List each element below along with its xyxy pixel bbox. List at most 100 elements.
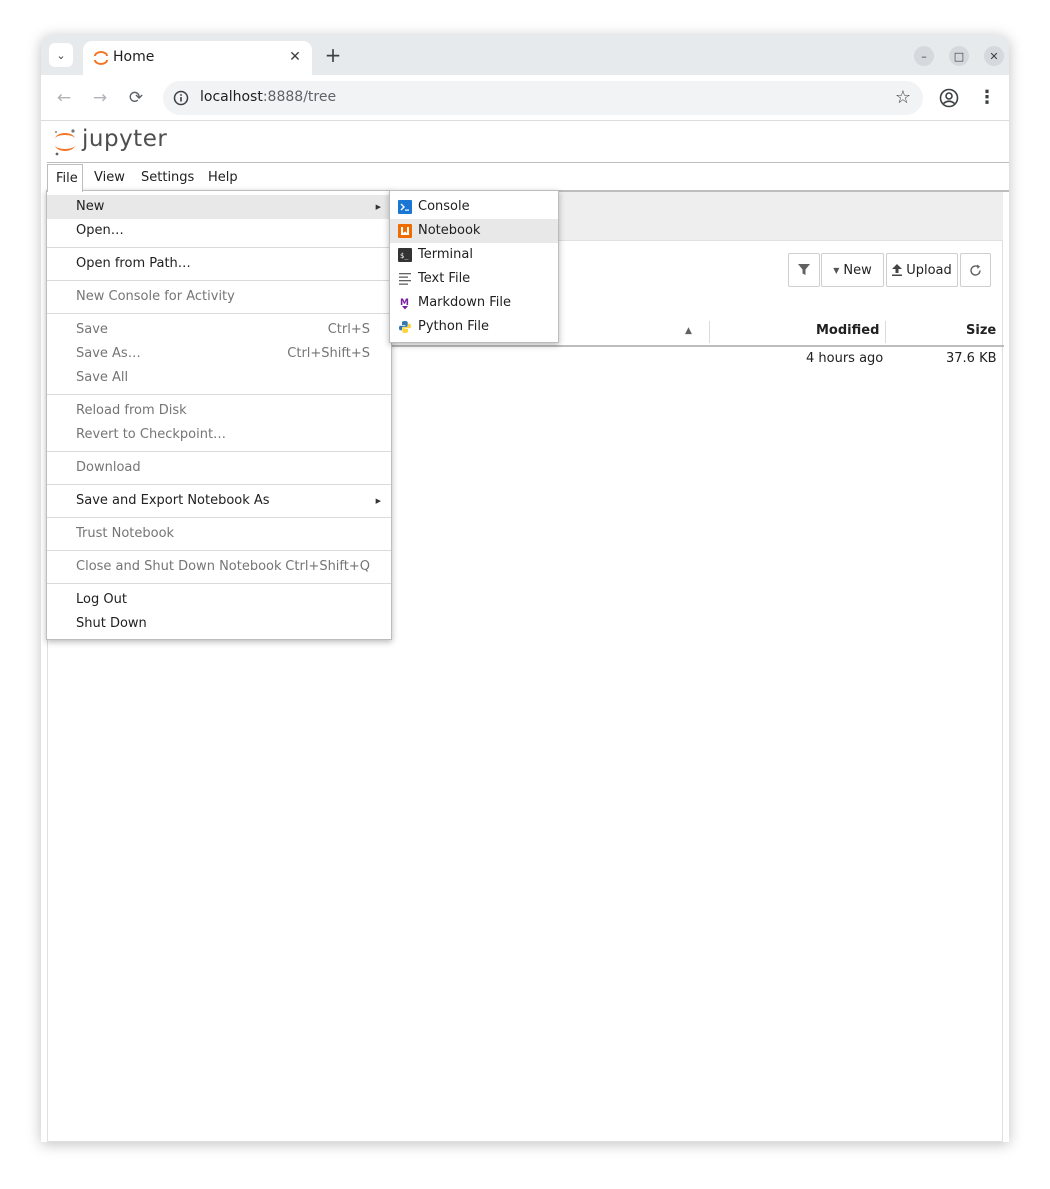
menu-separator bbox=[47, 550, 391, 551]
menu-item-label: Shut Down bbox=[76, 616, 147, 631]
menu-item-new[interactable]: New ▶ bbox=[47, 195, 391, 219]
svg-text:$_: $_ bbox=[400, 252, 409, 260]
column-modified[interactable]: Modified bbox=[816, 317, 879, 345]
menu-item-log-out[interactable]: Log Out bbox=[47, 588, 391, 612]
menu-separator bbox=[47, 484, 391, 485]
jupyter-logo-icon[interactable] bbox=[53, 128, 77, 156]
menu-item-label: Close and Shut Down Notebook bbox=[76, 559, 282, 574]
menu-item-save-and-export[interactable]: Save and Export Notebook As ▶ bbox=[47, 489, 391, 513]
menu-item-label: Reload from Disk bbox=[76, 403, 187, 418]
refresh-icon bbox=[970, 264, 981, 276]
tab-home[interactable]: Home ✕ bbox=[83, 41, 312, 75]
menu-item-shortcut: Ctrl+Shift+S bbox=[287, 346, 370, 361]
python-icon bbox=[399, 321, 411, 333]
new-button[interactable]: ▼ New bbox=[821, 253, 884, 287]
menu-item-label: Open from Path… bbox=[76, 256, 191, 271]
row-size: 37.6 KB bbox=[946, 351, 997, 366]
menu-separator bbox=[47, 280, 391, 281]
menu-file[interactable]: File bbox=[47, 164, 83, 192]
submenu-item-label: Terminal bbox=[418, 247, 473, 262]
menu-help[interactable]: Help bbox=[200, 164, 246, 191]
arrow-left-icon: ← bbox=[56, 88, 72, 108]
menu-item-revert-to-checkpoint[interactable]: Revert to Checkpoint… bbox=[47, 423, 391, 447]
console-icon bbox=[398, 200, 412, 214]
close-tab-icon[interactable]: ✕ bbox=[286, 48, 304, 66]
menu-separator bbox=[47, 247, 391, 248]
notebook-icon bbox=[398, 224, 412, 238]
kebab-icon: ⋮ bbox=[978, 87, 996, 108]
upload-button-label: Upload bbox=[906, 262, 952, 278]
browser-window: ⌄ Home ✕ + – □ ✕ ← → ⟳ localhost:8888/tr… bbox=[41, 35, 1009, 1142]
close-icon: ✕ bbox=[989, 49, 999, 63]
url-text: localhost:8888/tree bbox=[200, 89, 336, 105]
bookmark-star-icon[interactable]: ☆ bbox=[895, 87, 911, 108]
submenu-item-python-file[interactable]: Python File bbox=[390, 315, 558, 339]
new-button-label: New bbox=[843, 262, 872, 278]
submenu-item-markdown-file[interactable]: M Markdown File bbox=[390, 291, 558, 315]
tab-title: Home bbox=[113, 49, 155, 65]
menu-item-open[interactable]: Open… bbox=[47, 219, 391, 243]
reload-button[interactable]: ⟳ bbox=[124, 86, 148, 110]
tab-strip: ⌄ Home ✕ + – □ ✕ bbox=[41, 35, 1009, 75]
site-info-icon[interactable] bbox=[173, 90, 189, 106]
menu-item-label: Save and Export Notebook As bbox=[76, 493, 270, 508]
menu-item-shortcut: Ctrl+Shift+Q bbox=[285, 559, 370, 574]
menu-item-open-from-path[interactable]: Open from Path… bbox=[47, 252, 391, 276]
filter-button[interactable] bbox=[788, 253, 820, 287]
jupyter-menubar: File View Settings Help bbox=[47, 164, 1009, 192]
menu-item-save-as[interactable]: Save As… Ctrl+Shift+S bbox=[47, 342, 391, 366]
row-modified: 4 hours ago bbox=[806, 351, 884, 366]
browser-menu-button[interactable]: ⋮ bbox=[977, 86, 997, 110]
menu-item-download[interactable]: Download bbox=[47, 456, 391, 480]
menu-item-label: Save All bbox=[76, 370, 129, 385]
text-file-icon bbox=[399, 273, 411, 285]
address-bar[interactable]: localhost:8888/tree ☆ bbox=[163, 81, 923, 115]
submenu-item-console[interactable]: Console bbox=[390, 195, 558, 219]
browser-toolbar: ← → ⟳ localhost:8888/tree ☆ ⋮ bbox=[41, 75, 1009, 121]
tab-search-button[interactable]: ⌄ bbox=[49, 43, 73, 67]
new-tab-button[interactable]: + bbox=[321, 43, 345, 67]
submenu-item-label: Notebook bbox=[418, 223, 481, 238]
reload-icon: ⟳ bbox=[128, 88, 144, 108]
submenu-item-notebook[interactable]: Notebook bbox=[390, 219, 558, 243]
submenu-arrow-icon: ▶ bbox=[375, 203, 381, 211]
terminal-icon: $_ bbox=[398, 248, 412, 262]
url-host: localhost bbox=[200, 89, 263, 105]
maximize-icon: □ bbox=[953, 49, 965, 63]
column-size[interactable]: Size bbox=[966, 317, 996, 345]
menu-item-shut-down[interactable]: Shut Down bbox=[47, 612, 391, 636]
submenu-item-terminal[interactable]: $_ Terminal bbox=[390, 243, 558, 267]
menu-separator bbox=[47, 313, 391, 314]
menu-item-label: New Console for Activity bbox=[76, 289, 235, 304]
markdown-icon: M bbox=[400, 298, 409, 310]
menu-settings[interactable]: Settings bbox=[133, 164, 202, 191]
menu-item-save-all[interactable]: Save All bbox=[47, 366, 391, 390]
new-submenu: Console Notebook $_ Terminal Text File M… bbox=[389, 190, 559, 343]
filter-icon bbox=[798, 264, 810, 275]
minimize-button[interactable]: – bbox=[914, 46, 934, 66]
menu-item-trust-notebook[interactable]: Trust Notebook bbox=[47, 522, 391, 546]
profile-icon[interactable] bbox=[939, 88, 959, 108]
menu-item-reload-from-disk[interactable]: Reload from Disk bbox=[47, 399, 391, 423]
caret-down-icon: ▼ bbox=[833, 265, 840, 275]
url-path: :8888/tree bbox=[262, 89, 337, 105]
sort-ascending-icon[interactable]: ▲ bbox=[685, 317, 692, 345]
submenu-item-text-file[interactable]: Text File bbox=[390, 267, 558, 291]
maximize-button[interactable]: □ bbox=[949, 46, 969, 66]
menu-separator bbox=[47, 517, 391, 518]
menu-item-close-and-shut-down[interactable]: Close and Shut Down Notebook Ctrl+Shift+… bbox=[47, 555, 391, 579]
submenu-item-label: Text File bbox=[418, 271, 471, 286]
menu-separator bbox=[47, 451, 391, 452]
refresh-button[interactable] bbox=[960, 253, 991, 287]
column-divider bbox=[709, 321, 710, 343]
jupyter-favicon-icon bbox=[94, 51, 108, 65]
upload-button[interactable]: Upload bbox=[886, 253, 958, 287]
forward-button[interactable]: → bbox=[88, 86, 112, 110]
menu-item-new-console-for-activity[interactable]: New Console for Activity bbox=[47, 285, 391, 309]
menu-view[interactable]: View bbox=[86, 164, 133, 191]
close-window-button[interactable]: ✕ bbox=[984, 46, 1004, 66]
column-divider bbox=[885, 321, 886, 343]
menu-separator bbox=[47, 583, 391, 584]
menu-item-save[interactable]: Save Ctrl+S bbox=[47, 318, 391, 342]
back-button[interactable]: ← bbox=[52, 86, 76, 110]
